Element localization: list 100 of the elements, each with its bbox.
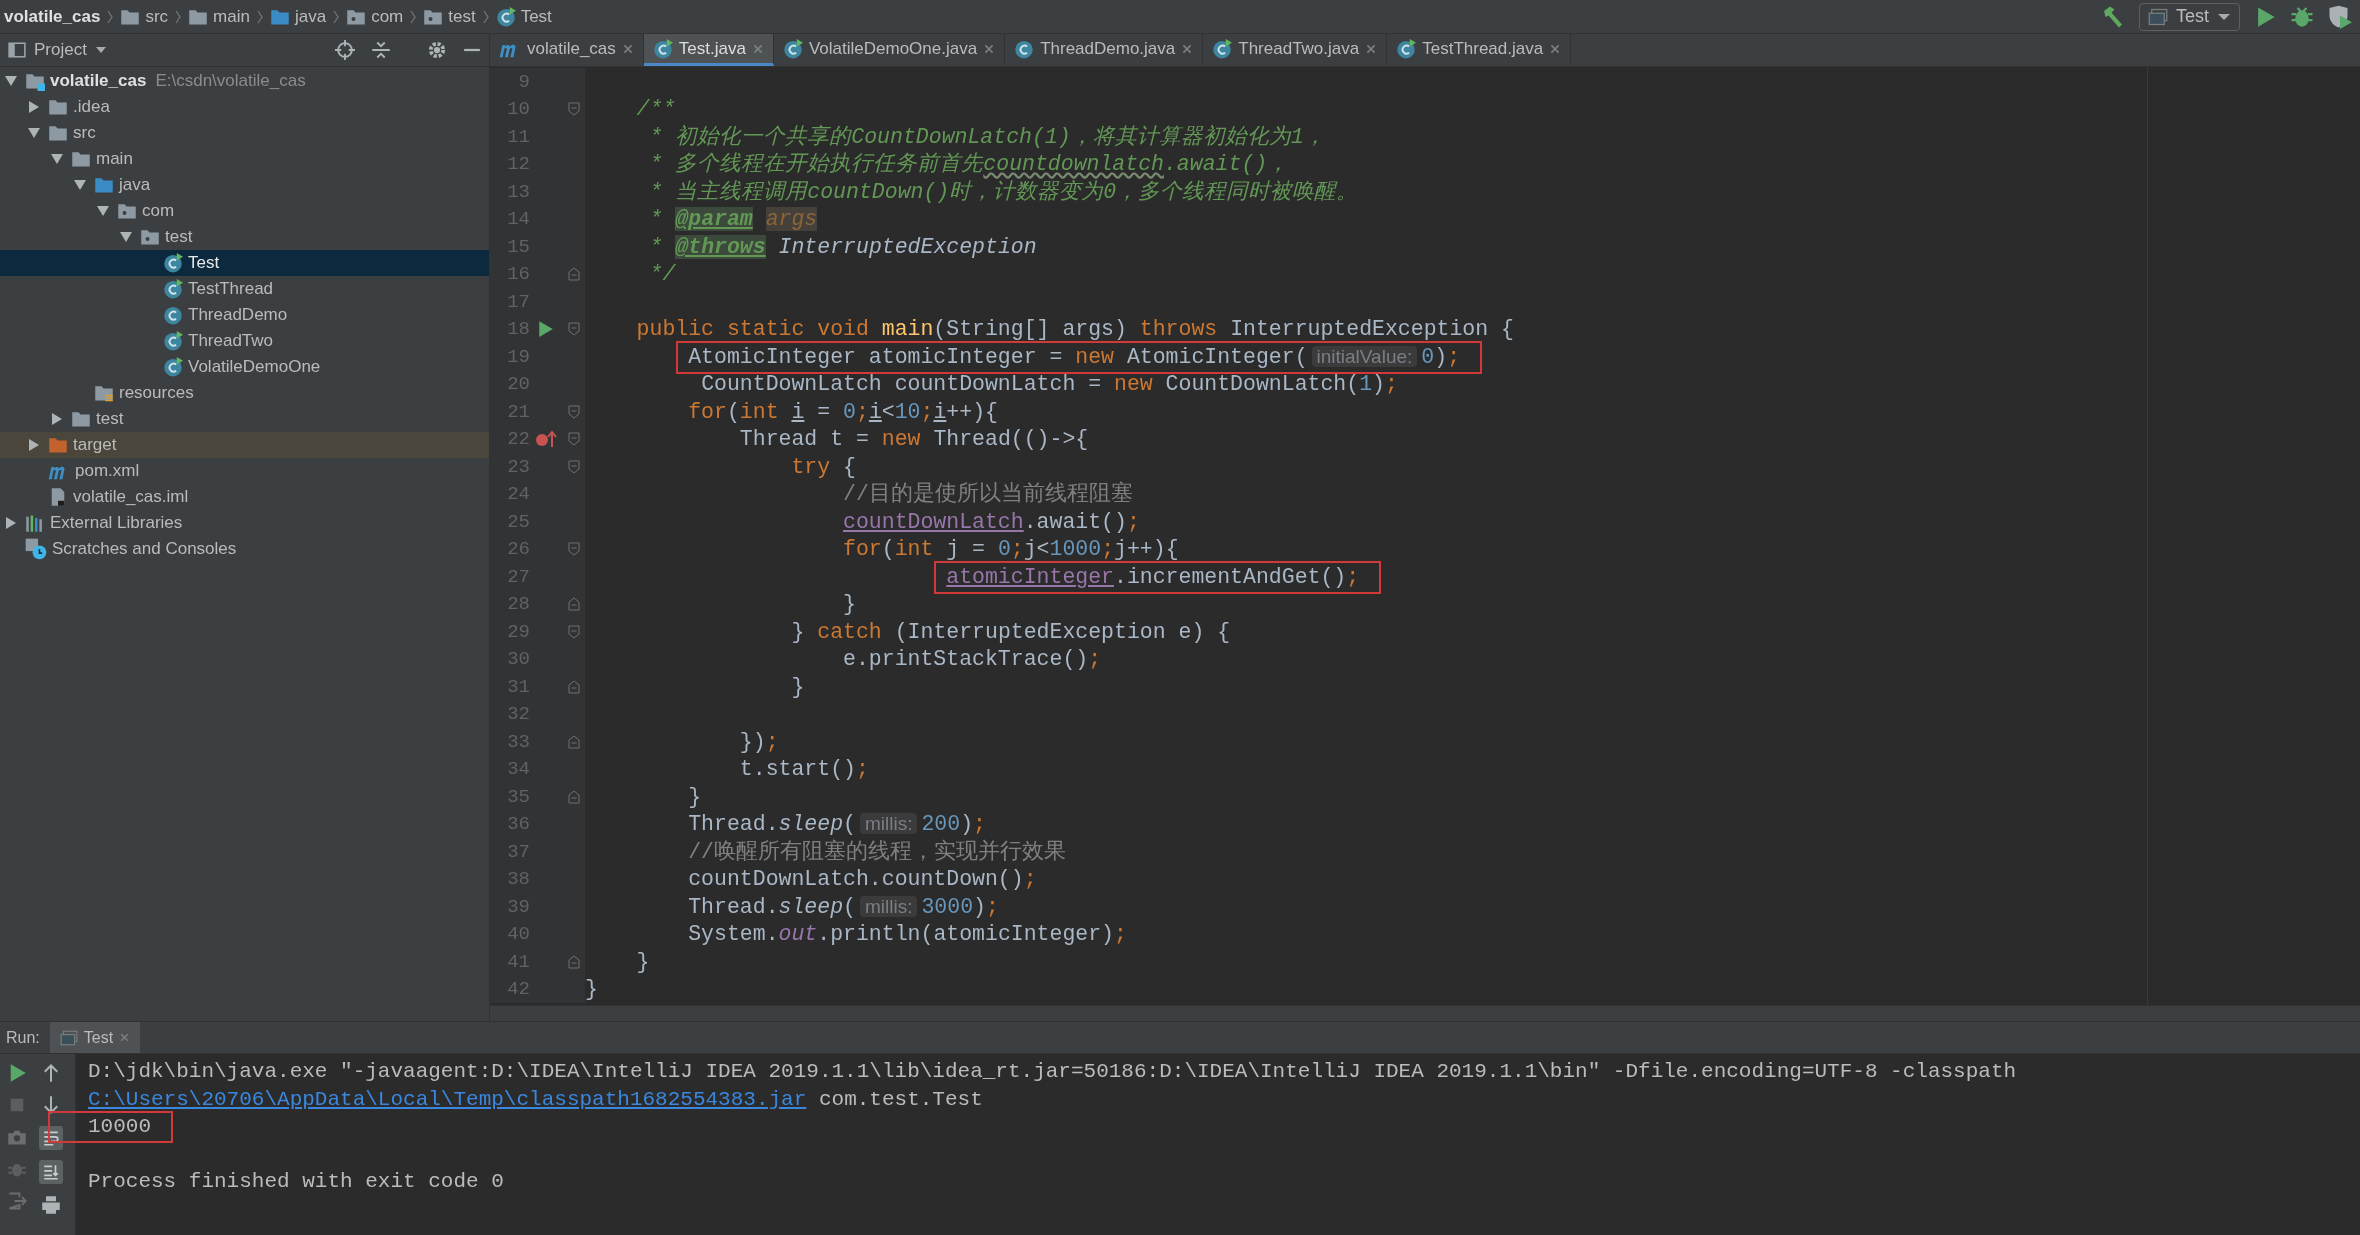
run-tab[interactable]: Test	[49, 1022, 141, 1053]
tree-item[interactable]: ThreadTwo	[0, 328, 489, 354]
tree-item[interactable]: main	[0, 146, 489, 172]
runnable-class-icon	[163, 253, 183, 273]
tree-item[interactable]: src	[0, 120, 489, 146]
editor-tab[interactable]: ThreadTwo.java	[1203, 34, 1388, 66]
project-view-dropdown[interactable]: Project	[8, 37, 107, 63]
caret-right-icon[interactable]	[28, 100, 40, 114]
close-icon[interactable]	[119, 1032, 131, 1043]
close-icon[interactable]	[1181, 42, 1194, 55]
module-icon	[25, 71, 45, 91]
console-line: 10000	[88, 1111, 151, 1143]
close-icon[interactable]	[983, 42, 996, 55]
tree-item[interactable]: ThreadDemo	[0, 302, 489, 328]
tree-item[interactable]: pom.xml	[0, 458, 489, 484]
soft-wrap-toggle[interactable]	[39, 1126, 63, 1150]
close-icon[interactable]	[1365, 42, 1378, 55]
tree-item[interactable]: resources	[0, 380, 489, 406]
breadcrumb-item[interactable]: com	[346, 3, 404, 30]
tree-item[interactable]: Scratches and Consoles	[0, 536, 489, 562]
fold-icon[interactable]	[567, 954, 580, 969]
coverage-icon[interactable]	[2328, 4, 2352, 29]
tree-item[interactable]: test	[0, 224, 489, 250]
fold-icon[interactable]	[567, 789, 580, 804]
caret-down-icon	[94, 46, 107, 54]
class-icon	[163, 305, 183, 325]
code-line: }	[635, 948, 650, 976]
project-path: E:\csdn\volatile_cas	[155, 70, 306, 93]
lambda-marker-icon[interactable]	[535, 430, 557, 449]
code-line: /**	[635, 96, 676, 124]
fold-icon[interactable]	[567, 267, 580, 282]
fold-icon[interactable]	[567, 459, 580, 474]
caret-down-icon[interactable]	[73, 179, 87, 191]
fold-icon[interactable]	[567, 597, 580, 612]
fold-icon[interactable]	[567, 322, 580, 337]
fold-icon[interactable]	[567, 102, 580, 117]
code-line: */	[648, 261, 676, 289]
tree-item[interactable]: External Libraries	[0, 510, 489, 536]
close-icon[interactable]	[1549, 42, 1562, 55]
console-line: C:\Users\20706\AppData\Local\Temp\classpath1682554383.jar com.test.Test	[88, 1086, 983, 1113]
tree-item[interactable]: .idea	[0, 94, 489, 120]
runnable-class-icon	[1396, 38, 1417, 59]
tree-item[interactable]: Test	[0, 250, 489, 276]
fold-icon[interactable]	[567, 624, 580, 639]
editor-tab[interactable]: volatile_cas	[490, 34, 644, 66]
caret-down-icon[interactable]	[4, 75, 18, 87]
hammer-icon[interactable]	[2101, 4, 2125, 29]
exit-icon[interactable]	[7, 1190, 27, 1212]
console-line: Process finished with exit code 0	[88, 1169, 504, 1195]
breadcrumb-item[interactable]: main	[188, 3, 250, 30]
run-configuration-dropdown[interactable]: Test	[2139, 2, 2240, 31]
fold-icon[interactable]	[567, 542, 580, 557]
scroll-to-end-toggle[interactable]	[39, 1160, 63, 1184]
locate-icon[interactable]	[335, 40, 355, 60]
caret-down-icon[interactable]	[119, 231, 133, 243]
editor-tab[interactable]: Test.java	[643, 34, 774, 66]
breadcrumb-item[interactable]: volatile_cas	[4, 3, 101, 30]
settings-icon[interactable]	[427, 40, 447, 60]
fold-icon[interactable]	[567, 734, 580, 749]
code-line: });	[738, 728, 779, 756]
breadcrumb-item[interactable]: test	[423, 3, 476, 30]
print-icon[interactable]	[41, 1194, 61, 1216]
tree-item[interactable]: test	[0, 406, 489, 432]
caret-right-icon[interactable]	[28, 438, 40, 452]
tree-item[interactable]: volatile_cas.iml	[0, 484, 489, 510]
breadcrumb-item[interactable]: java	[269, 3, 327, 30]
caret-right-icon[interactable]	[5, 516, 17, 530]
tree-item[interactable]: TestThread	[0, 276, 489, 302]
tree-item[interactable]: volatile_cas E:\csdn\volatile_cas	[0, 68, 489, 94]
editor-tab[interactable]: TestThread.java	[1387, 34, 1572, 66]
caret-down-icon[interactable]	[50, 153, 64, 165]
caret-down-icon[interactable]	[96, 205, 110, 217]
code-line: } catch (InterruptedException e) {	[790, 618, 1231, 646]
editor-tab[interactable]: ThreadDemo.java	[1005, 34, 1204, 66]
tree-item[interactable]: target	[0, 432, 489, 458]
editor-tab[interactable]: VolatileDemoOne.java	[773, 34, 1006, 66]
code-line: t.start();	[738, 756, 869, 784]
code-line: }	[585, 976, 598, 1004]
tree-item[interactable]: com	[0, 198, 489, 224]
fold-icon[interactable]	[567, 432, 580, 447]
tree-item[interactable]: VolatileDemoOne	[0, 354, 489, 380]
fold-icon[interactable]	[567, 404, 580, 419]
close-icon[interactable]	[621, 42, 634, 55]
library-icon	[25, 513, 45, 533]
code-line: for(int i = 0;i<10;i++){	[687, 398, 998, 426]
fold-icon[interactable]	[567, 679, 580, 694]
collapse-all-icon[interactable]	[371, 40, 391, 60]
close-icon[interactable]	[751, 42, 764, 55]
debug-icon[interactable]	[2290, 4, 2314, 29]
run-icon[interactable]	[538, 320, 554, 339]
code-line: Thread.sleep( millis: 3000);	[687, 893, 999, 921]
file-link[interactable]: C:\Users\20706\AppData\Local\Temp\classpath1682554383.jar	[88, 1087, 807, 1111]
package-icon	[117, 201, 137, 221]
folder-icon	[71, 149, 91, 169]
caret-right-icon[interactable]	[51, 412, 63, 426]
tree-item[interactable]: java	[0, 172, 489, 198]
caret-down-icon[interactable]	[27, 127, 41, 139]
breadcrumb-item[interactable]: src	[120, 3, 169, 30]
code-line: }	[790, 673, 805, 701]
breadcrumb-item[interactable]: Test	[495, 3, 552, 30]
